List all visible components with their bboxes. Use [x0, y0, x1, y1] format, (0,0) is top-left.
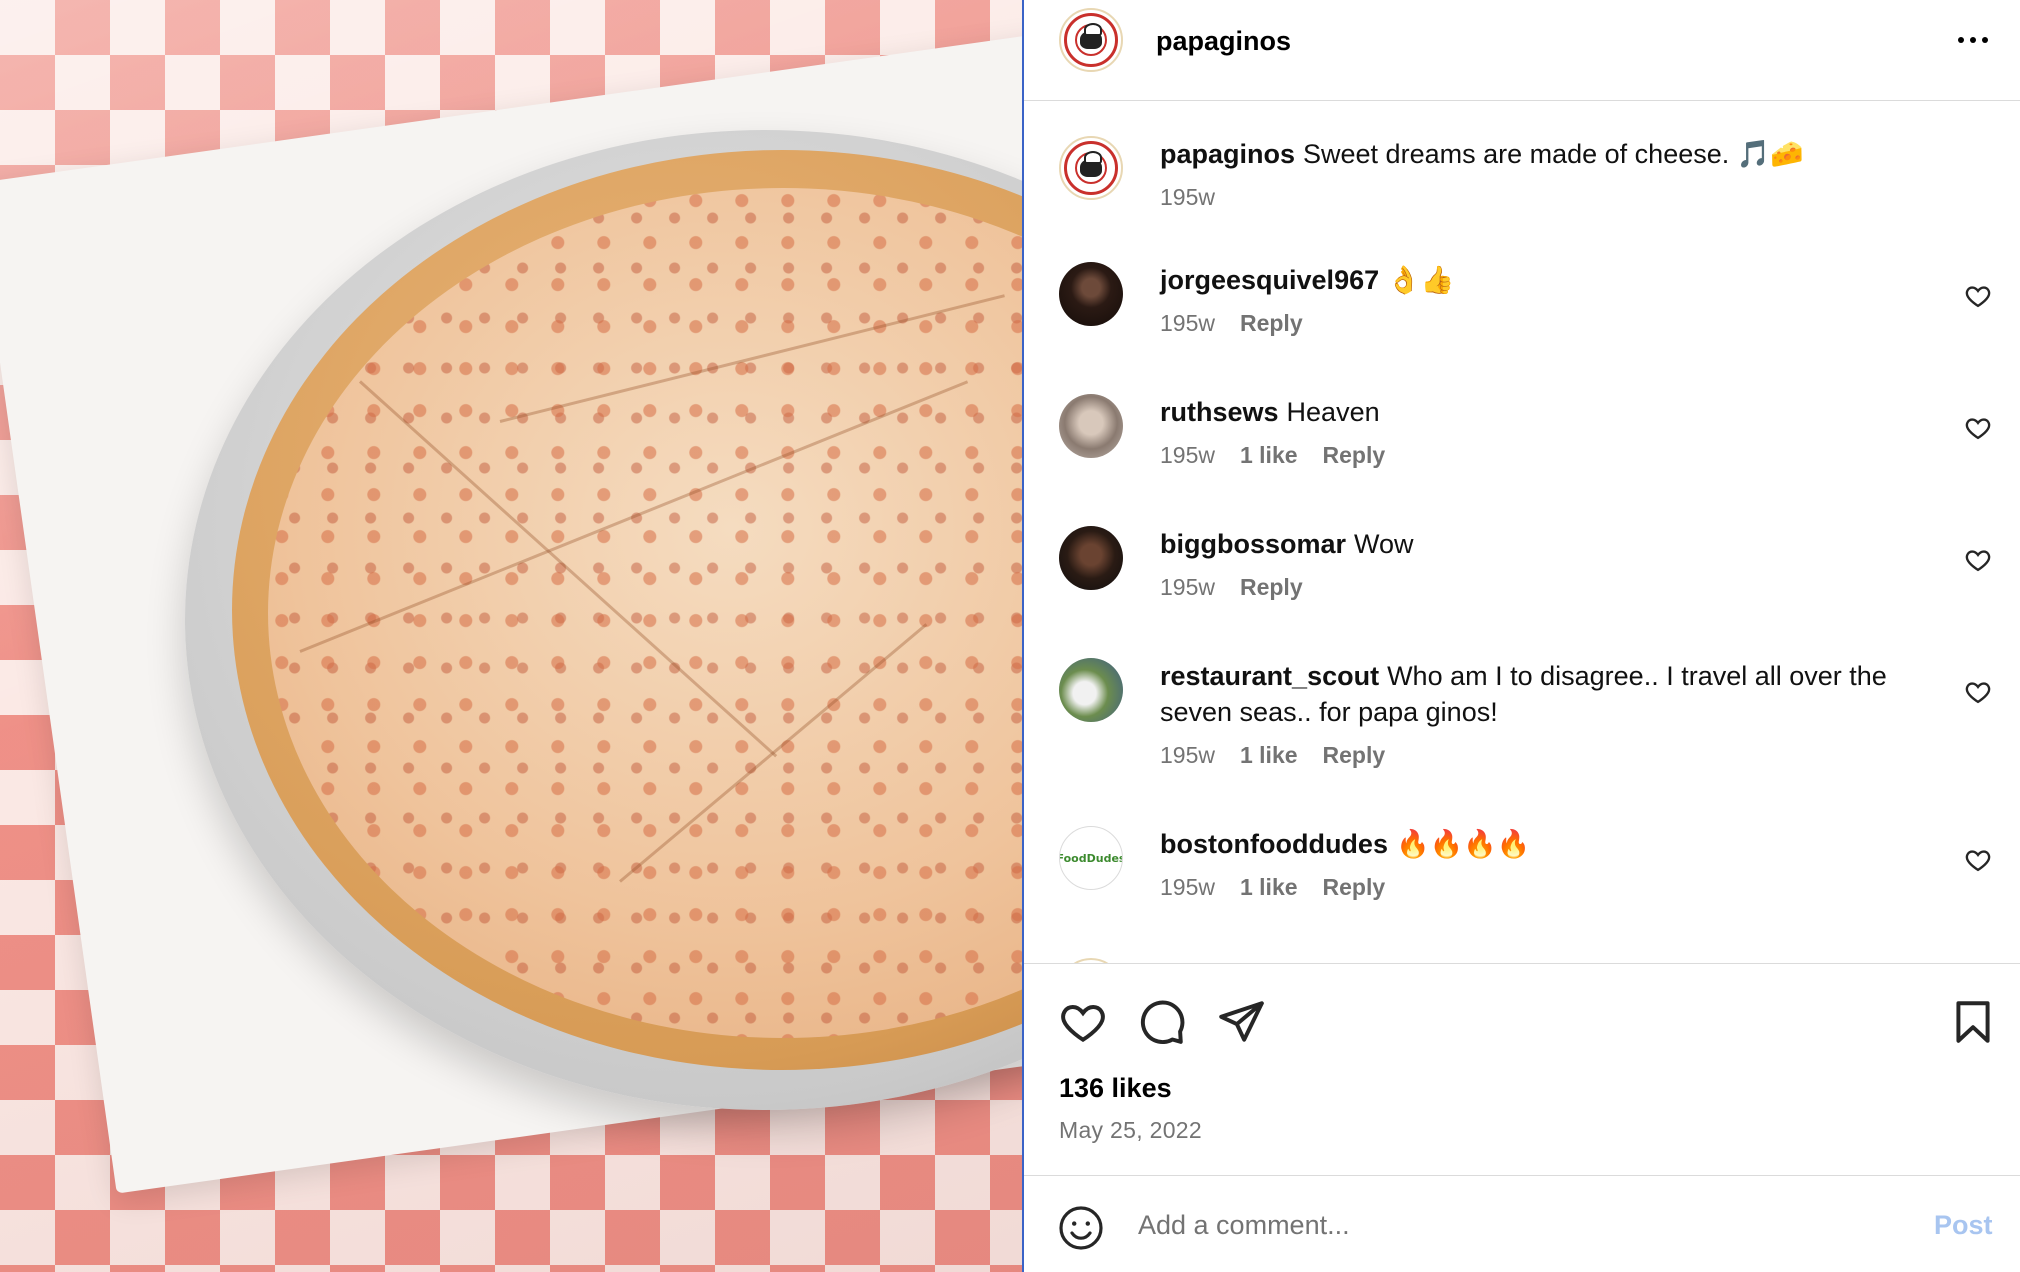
avatar[interactable]	[1059, 958, 1123, 963]
heart-icon[interactable]	[1964, 282, 1992, 310]
comment-icon[interactable]	[1137, 997, 1187, 1047]
author-username[interactable]: papaginos	[1156, 26, 1291, 57]
post-header: papaginos	[1024, 0, 2020, 101]
comment-time[interactable]: 195w	[1160, 874, 1215, 901]
comment-body: Wow	[1354, 529, 1414, 559]
comment-meta: 195w 1 like Reply	[1160, 742, 1385, 769]
likes-count[interactable]: 136 likes	[1059, 1073, 1172, 1104]
comment-text: jorgeesquivel967 👌👍	[1160, 262, 1960, 298]
caption-text: papaginos Sweet dreams are made of cheese…	[1160, 136, 1960, 172]
avatar[interactable]: FoodDudes	[1059, 826, 1123, 890]
heart-icon[interactable]	[1964, 678, 1992, 706]
add-comment-bar: Post	[1024, 1175, 2020, 1272]
comment-meta: 195w Reply	[1160, 574, 1303, 601]
comment-text: ruthsews Heaven	[1160, 394, 1960, 430]
caption-username[interactable]: papaginos	[1160, 139, 1295, 169]
comment-username[interactable]: ruthsews	[1160, 397, 1279, 427]
comment-meta: 195w 1 like Reply	[1160, 874, 1385, 901]
comment-time[interactable]: 195w	[1160, 742, 1215, 769]
comment-text: bostonfooddudes 🔥🔥🔥🔥	[1160, 826, 1960, 862]
emoji-icon[interactable]	[1057, 1204, 1105, 1252]
post-panel: papaginos papaginos Sweet dreams are made…	[1022, 0, 2020, 1272]
comment-body: Heaven	[1286, 397, 1380, 427]
share-icon[interactable]	[1216, 997, 1266, 1047]
comment-likes[interactable]: 1 like	[1240, 442, 1298, 469]
reply-button[interactable]: Reply	[1323, 442, 1386, 469]
avatar[interactable]	[1059, 658, 1123, 722]
comment-likes[interactable]: 1 like	[1240, 742, 1298, 769]
reply-button[interactable]: Reply	[1240, 574, 1303, 601]
avatar[interactable]	[1059, 526, 1123, 590]
avatar-logo-text: FoodDudes	[1059, 851, 1123, 865]
comment-time[interactable]: 195w	[1160, 574, 1215, 601]
comment-body: 🔥🔥🔥🔥	[1395, 829, 1531, 859]
comment-username[interactable]: biggbossomar	[1160, 529, 1346, 559]
comment-likes[interactable]: 1 like	[1240, 874, 1298, 901]
heart-icon[interactable]	[1964, 414, 1992, 442]
more-icon	[1958, 37, 1988, 43]
caption-time[interactable]: 195w	[1160, 184, 1215, 211]
comment-time[interactable]: 195w	[1160, 310, 1215, 337]
caption-body: Sweet dreams are made of cheese. 🎵🧀	[1303, 139, 1804, 169]
reply-button[interactable]: Reply	[1323, 742, 1386, 769]
heart-icon[interactable]	[1964, 846, 1992, 874]
action-bar: 136 likes May 25, 2022	[1024, 965, 2020, 1175]
post-image	[0, 0, 1022, 1272]
comment-username[interactable]: restaurant_scout	[1160, 661, 1379, 691]
avatar[interactable]	[1059, 394, 1123, 458]
caption-meta: 195w	[1160, 184, 1215, 211]
author-avatar[interactable]	[1059, 8, 1123, 72]
post-date[interactable]: May 25, 2022	[1059, 1117, 1202, 1144]
heart-icon[interactable]	[1058, 997, 1108, 1047]
bookmark-icon[interactable]	[1948, 997, 1998, 1047]
comment-body: 👌👍	[1387, 265, 1455, 295]
reply-button[interactable]: Reply	[1240, 310, 1303, 337]
comment-username[interactable]: jorgeesquivel967	[1160, 265, 1379, 295]
more-options-button[interactable]	[1948, 22, 1998, 58]
comment-text: biggbossomar Wow	[1160, 526, 1960, 562]
comment-username[interactable]: bostonfooddudes	[1160, 829, 1388, 859]
comment-text: restaurant_scout Who am I to disagree.. I…	[1160, 658, 1950, 730]
author-avatar[interactable]	[1059, 136, 1123, 200]
comment-meta: 195w 1 like Reply	[1160, 442, 1385, 469]
heart-icon[interactable]	[1964, 546, 1992, 574]
comments-list[interactable]: papaginos Sweet dreams are made of cheese…	[1024, 102, 2020, 964]
reply-button[interactable]: Reply	[1323, 874, 1386, 901]
comment-time[interactable]: 195w	[1160, 442, 1215, 469]
post-comment-button[interactable]: Post	[1934, 1210, 1993, 1241]
comment-input[interactable]	[1138, 1200, 1838, 1250]
avatar[interactable]	[1059, 262, 1123, 326]
comment-meta: 195w Reply	[1160, 310, 1303, 337]
